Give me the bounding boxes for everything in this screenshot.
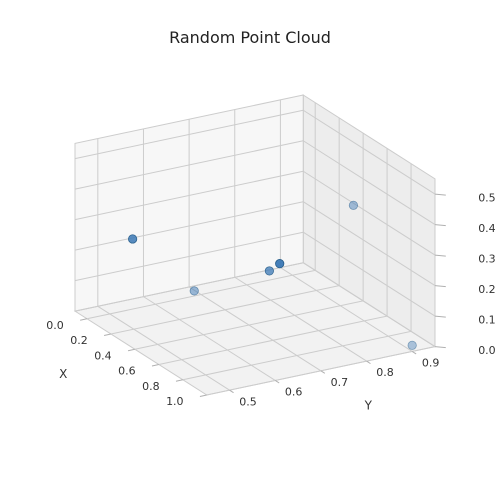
- x-axis-label: X: [59, 367, 67, 381]
- y-tick-label: 0.9: [422, 357, 440, 370]
- data-point: [408, 341, 416, 349]
- scatter-3d: 0.0 0.2 0.4 0.6 0.8 1.0 X 0.5 0.6 0.7 0.8 0.9 Y 0.0 0.…: [0, 0, 500, 500]
- y-tick-label: 0.5: [239, 395, 257, 408]
- y-tick-label: 0.6: [285, 386, 303, 399]
- z-tick-label: 0.4: [478, 222, 496, 235]
- y-axis-label: Y: [364, 398, 373, 412]
- x-tick-label: 1.0: [166, 395, 184, 408]
- data-point: [349, 201, 357, 209]
- x-tick-label: 0.4: [94, 349, 112, 362]
- z-tick-label: 0.1: [478, 313, 496, 326]
- z-tick-label: 0.2: [478, 283, 496, 296]
- y-tick-label: 0.8: [376, 366, 394, 379]
- data-point: [128, 235, 136, 243]
- y-tick-label: 0.7: [331, 376, 349, 389]
- z-tick-label: 0.5: [478, 191, 496, 204]
- data-point: [265, 267, 273, 275]
- x-tick-label: 0.6: [118, 365, 136, 378]
- x-tick-label: 0.0: [46, 319, 64, 332]
- z-tick-label: 0.3: [478, 252, 496, 265]
- data-point: [276, 259, 284, 267]
- data-point: [190, 287, 198, 295]
- x-tick-label: 0.2: [70, 334, 88, 347]
- z-tick-label: 0.0: [478, 344, 496, 357]
- x-tick-label: 0.8: [142, 380, 160, 393]
